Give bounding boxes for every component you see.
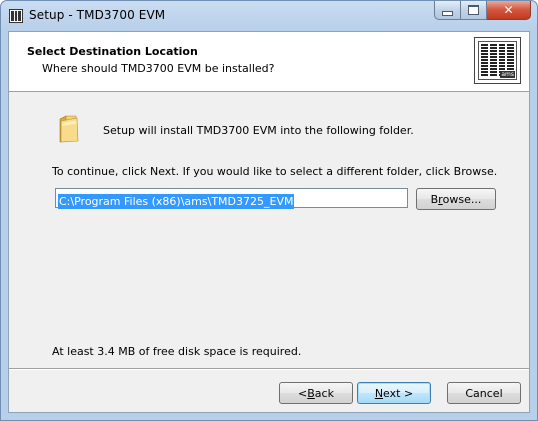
ams-logo-icon: ams <box>474 37 521 84</box>
window-title: Setup - TMD3700 EVM <box>29 8 166 22</box>
wizard-header: Select Destination Location Where should… <box>9 32 529 92</box>
close-icon: ✕ <box>503 3 514 17</box>
page-title: Select Destination Location <box>27 45 198 58</box>
continue-instructions: To continue, click Next. If you would li… <box>52 165 498 178</box>
minimize-button[interactable] <box>434 1 461 20</box>
close-button[interactable]: ✕ <box>487 1 531 20</box>
app-icon[interactable] <box>9 9 23 23</box>
footer-divider <box>9 368 529 370</box>
disk-space-requirement: At least 3.4 MB of free disk space is re… <box>52 345 302 358</box>
destination-path-value: C:\Program Files (x86)\ams\TMD3725_EVM <box>58 194 295 209</box>
minimize-icon <box>442 10 453 16</box>
window-controls: ✕ <box>434 1 531 20</box>
destination-path-input[interactable]: C:\Program Files (x86)\ams\TMD3725_EVM <box>55 188 408 209</box>
title-bar[interactable]: Setup - TMD3700 EVM ✕ <box>1 1 537 31</box>
maximize-icon <box>468 5 479 15</box>
browse-button[interactable]: Br owse... <box>416 188 496 210</box>
setup-window: Setup - TMD3700 EVM ✕ Select Destination… <box>0 0 538 421</box>
maximize-button[interactable] <box>461 1 487 20</box>
wizard-client-area: Select Destination Location Where should… <box>8 31 530 413</box>
next-button[interactable]: Next > <box>357 382 431 404</box>
folder-icon <box>59 115 79 143</box>
cancel-button[interactable]: Cancel <box>447 382 521 404</box>
page-subtitle: Where should TMD3700 EVM be installed? <box>42 62 275 75</box>
install-info-text: Setup will install TMD3700 EVM into the … <box>103 124 414 137</box>
back-button[interactable]: < Back <box>279 382 353 404</box>
